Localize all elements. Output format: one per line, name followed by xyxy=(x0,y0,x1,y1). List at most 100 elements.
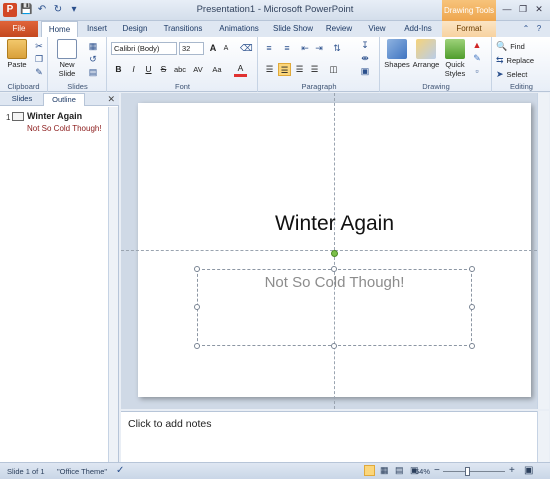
resize-handle-bottom-right[interactable] xyxy=(469,343,475,349)
outline-slide-subtitle[interactable]: Not So Cold Though! xyxy=(27,124,107,134)
shapes-button[interactable]: Shapes xyxy=(383,39,411,69)
font-color-button[interactable]: A xyxy=(234,63,247,77)
notes-pane[interactable]: Click to add notes xyxy=(121,411,537,462)
notes-placeholder[interactable]: Click to add notes xyxy=(128,418,211,430)
tab-home[interactable]: Home xyxy=(41,21,78,37)
shape-outline-icon[interactable]: ✎ xyxy=(471,52,483,64)
slide-thumbnail-icon[interactable] xyxy=(12,112,24,121)
align-text-icon[interactable]: ⇼ xyxy=(359,52,371,64)
slide-subtitle[interactable]: Not So Cold Though! xyxy=(197,274,472,291)
section-icon[interactable]: ▤ xyxy=(87,66,99,78)
workspace-scrollbar[interactable] xyxy=(537,93,549,409)
zoom-slider[interactable] xyxy=(443,471,505,472)
reset-icon[interactable]: ↺ xyxy=(87,53,99,65)
smartart-icon[interactable]: ▣ xyxy=(359,65,371,77)
outline-slide-title[interactable]: Winter Again xyxy=(27,111,82,121)
shape-effects-icon[interactable]: ▫ xyxy=(471,65,483,77)
numbering-icon[interactable]: ≡ xyxy=(281,42,293,54)
tab-view[interactable]: View xyxy=(360,21,394,37)
slide-sorter-icon[interactable]: ▦ xyxy=(380,465,389,476)
resize-handle-left[interactable] xyxy=(194,304,200,310)
increase-indent-icon[interactable]: ⇥ xyxy=(313,42,325,54)
copy-icon[interactable]: ❐ xyxy=(33,53,45,65)
resize-handle-right[interactable] xyxy=(469,304,475,310)
fit-to-window-icon[interactable]: ▣ xyxy=(524,465,533,476)
shadow-button[interactable]: abc xyxy=(172,63,188,76)
minimize-ribbon-icon[interactable]: ⌃ xyxy=(521,24,531,34)
undo-icon[interactable]: ↶ xyxy=(36,4,48,16)
zoom-out-icon[interactable]: − xyxy=(434,465,440,476)
change-case-button[interactable]: Aa xyxy=(209,63,225,76)
shrink-font-icon[interactable]: A xyxy=(220,43,232,55)
font-name-box[interactable]: Calibri (Body) xyxy=(111,42,177,55)
reading-view-icon[interactable]: ▤ xyxy=(395,465,404,476)
resize-handle-bottom-left[interactable] xyxy=(194,343,200,349)
save-icon[interactable]: 💾 xyxy=(20,4,32,16)
tab-insert[interactable]: Insert xyxy=(80,21,114,37)
clear-formatting-icon[interactable]: ⌫ xyxy=(240,42,253,54)
underline-button[interactable]: U xyxy=(142,63,155,76)
notes-scrollbar[interactable] xyxy=(537,411,549,462)
tab-transitions[interactable]: Transitions xyxy=(157,21,209,37)
bullets-icon[interactable]: ≡ xyxy=(263,42,275,54)
minimize-icon[interactable]: — xyxy=(500,3,514,15)
resize-handle-top[interactable] xyxy=(331,266,337,272)
restore-icon[interactable]: ❐ xyxy=(516,3,530,15)
cut-icon[interactable]: ✂ xyxy=(33,40,45,52)
text-direction-icon[interactable]: ↧ xyxy=(359,39,371,51)
close-panel-icon[interactable]: ✕ xyxy=(107,94,115,105)
normal-view-icon[interactable] xyxy=(364,465,375,476)
spell-check-icon[interactable]: ✓ xyxy=(116,465,124,476)
theme-name[interactable]: "Office Theme" xyxy=(57,467,107,476)
help-icon[interactable]: ? xyxy=(534,24,544,34)
tab-file[interactable]: File xyxy=(0,21,38,37)
outline-scrollbar[interactable] xyxy=(108,107,118,462)
horizontal-guide[interactable] xyxy=(121,250,537,251)
find-button[interactable]: 🔍 Find xyxy=(496,41,525,52)
strikethrough-button[interactable]: S xyxy=(157,63,170,76)
resize-handle-top-left[interactable] xyxy=(194,266,200,272)
format-painter-icon[interactable]: ✎ xyxy=(33,66,45,78)
tab-slide-show[interactable]: Slide Show xyxy=(268,21,318,37)
columns-icon[interactable]: ◫ xyxy=(327,63,340,76)
tab-slides-panel[interactable]: Slides xyxy=(3,93,41,106)
customize-qat-icon[interactable]: ▾ xyxy=(68,4,80,16)
rotation-handle[interactable] xyxy=(331,250,338,257)
justify-icon[interactable]: ☰ xyxy=(308,63,321,76)
layout-icon[interactable]: ▦ xyxy=(87,40,99,52)
paste-button[interactable]: Paste xyxy=(4,39,30,69)
close-icon[interactable]: ✕ xyxy=(532,3,546,15)
align-center-icon[interactable]: ☰ xyxy=(278,63,291,76)
font-size-box[interactable]: 32 xyxy=(179,42,204,55)
zoom-slider-thumb[interactable] xyxy=(465,467,470,476)
slide-title[interactable]: Winter Again xyxy=(138,212,531,236)
resize-handle-top-right[interactable] xyxy=(469,266,475,272)
character-spacing-button[interactable]: AV xyxy=(190,63,206,76)
align-right-icon[interactable]: ☰ xyxy=(293,63,306,76)
shapes-label: Shapes xyxy=(384,60,410,69)
redo-icon[interactable]: ↻ xyxy=(52,4,64,16)
tab-outline-panel[interactable]: Outline xyxy=(43,93,85,106)
select-icon: ➤ xyxy=(496,69,504,79)
tab-format[interactable]: Format xyxy=(442,21,496,37)
tab-animations[interactable]: Animations xyxy=(212,21,266,37)
tab-review[interactable]: Review xyxy=(321,21,357,37)
italic-button[interactable]: I xyxy=(127,63,140,76)
decrease-indent-icon[interactable]: ⇤ xyxy=(299,42,311,54)
replace-button[interactable]: ⇆ Replace xyxy=(496,55,534,66)
powerpoint-logo-icon[interactable]: P xyxy=(3,3,17,17)
shape-fill-icon[interactable]: ▲ xyxy=(471,39,483,51)
grow-font-icon[interactable]: A xyxy=(207,42,219,54)
new-slide-button[interactable]: New Slide xyxy=(53,39,81,78)
arrange-button[interactable]: Arrange xyxy=(411,39,441,69)
zoom-in-icon[interactable]: + xyxy=(509,465,515,476)
tab-add-ins[interactable]: Add-Ins xyxy=(397,21,439,37)
resize-handle-bottom[interactable] xyxy=(331,343,337,349)
align-left-icon[interactable]: ☰ xyxy=(263,63,276,76)
tab-design[interactable]: Design xyxy=(116,21,154,37)
select-button[interactable]: ➤ Select xyxy=(496,69,527,80)
bold-button[interactable]: B xyxy=(112,63,125,76)
line-spacing-icon[interactable]: ⇅ xyxy=(331,42,343,54)
zoom-level[interactable]: 64% xyxy=(415,467,430,476)
quick-styles-button[interactable]: Quick Styles xyxy=(441,39,469,78)
